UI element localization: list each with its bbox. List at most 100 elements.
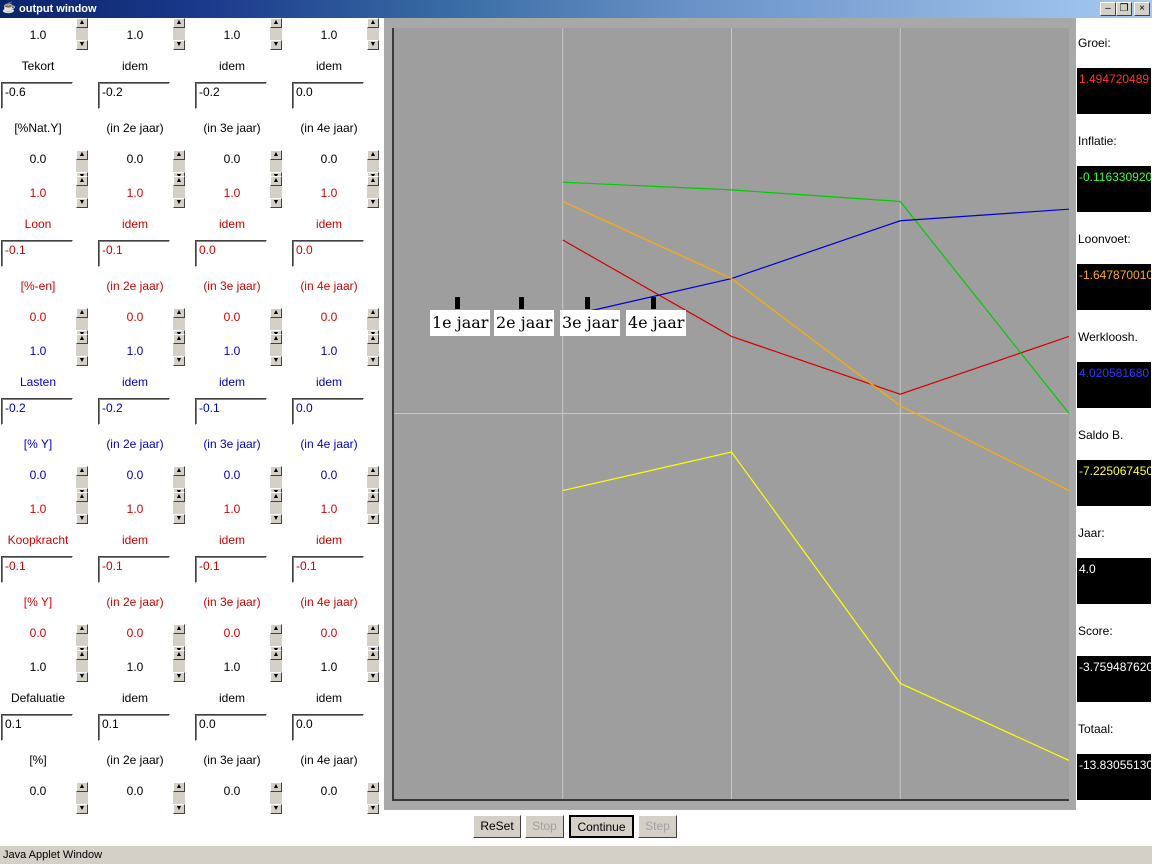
scroll-up-icon[interactable]: ▲ [270,650,282,660]
scroll-down-icon[interactable]: ▼ [367,198,379,208]
param-input[interactable]: -0.1 [195,556,267,583]
scroll-down-icon[interactable]: ▼ [367,356,379,366]
scroll-up-icon[interactable]: ▲ [367,782,379,792]
restore-button[interactable]: ❐ [1116,2,1132,16]
scroll-up-icon[interactable]: ▲ [173,492,185,502]
param-scrollbar[interactable]: ▲▼ [270,334,282,366]
param-scrollbar[interactable]: ▲▼ [270,176,282,208]
param-scrollbar[interactable]: ▲▼ [270,18,282,50]
scroll-down-icon[interactable]: ▼ [76,804,88,814]
scroll-up-icon[interactable]: ▲ [270,334,282,344]
param-input[interactable]: -0.1 [195,398,267,425]
param-scrollbar[interactable]: ▲▼ [367,18,379,50]
param-scrollbar[interactable]: ▲▼ [367,782,379,814]
param-input[interactable]: 0.0 [292,398,364,425]
param-scrollbar[interactable]: ▲▼ [76,650,88,682]
scroll-down-icon[interactable]: ▼ [76,672,88,682]
scroll-down-icon[interactable]: ▼ [173,40,185,50]
reset-button[interactable]: ReSet [473,815,521,838]
param-input[interactable]: 0.0 [292,714,364,741]
scroll-up-icon[interactable]: ▲ [367,308,379,318]
param-scrollbar[interactable]: ▲▼ [76,18,88,50]
param-input[interactable]: -0.1 [1,556,73,583]
param-input[interactable]: -0.6 [1,82,73,109]
scroll-up-icon[interactable]: ▲ [173,624,185,634]
param-scrollbar[interactable]: ▲▼ [173,176,185,208]
step-button[interactable]: Step [638,815,677,838]
scroll-down-icon[interactable]: ▼ [270,672,282,682]
scroll-down-icon[interactable]: ▼ [270,356,282,366]
param-scrollbar[interactable]: ▲▼ [173,650,185,682]
scroll-up-icon[interactable]: ▲ [76,176,88,186]
param-scrollbar[interactable]: ▲▼ [76,334,88,366]
scroll-up-icon[interactable]: ▲ [173,18,185,28]
scroll-up-icon[interactable]: ▲ [76,624,88,634]
scroll-up-icon[interactable]: ▲ [76,466,88,476]
scroll-down-icon[interactable]: ▼ [270,198,282,208]
scroll-up-icon[interactable]: ▲ [76,308,88,318]
scroll-down-icon[interactable]: ▼ [367,672,379,682]
scroll-down-icon[interactable]: ▼ [173,198,185,208]
param-input[interactable]: -0.1 [98,556,170,583]
scroll-down-icon[interactable]: ▼ [76,356,88,366]
scroll-up-icon[interactable]: ▲ [367,492,379,502]
param-scrollbar[interactable]: ▲▼ [270,650,282,682]
param-scrollbar[interactable]: ▲▼ [367,176,379,208]
param-input[interactable]: -0.1 [292,556,364,583]
scroll-up-icon[interactable]: ▲ [76,334,88,344]
scroll-up-icon[interactable]: ▲ [270,176,282,186]
scroll-up-icon[interactable]: ▲ [270,466,282,476]
param-input[interactable]: 0.0 [195,714,267,741]
scroll-up-icon[interactable]: ▲ [173,334,185,344]
scroll-down-icon[interactable]: ▼ [173,356,185,366]
scroll-up-icon[interactable]: ▲ [76,782,88,792]
param-input[interactable]: 0.0 [195,240,267,267]
scroll-up-icon[interactable]: ▲ [367,176,379,186]
param-input[interactable]: -0.1 [98,240,170,267]
param-input[interactable]: -0.2 [195,82,267,109]
scroll-up-icon[interactable]: ▲ [367,334,379,344]
scroll-down-icon[interactable]: ▼ [367,514,379,524]
scroll-up-icon[interactable]: ▲ [76,650,88,660]
param-scrollbar[interactable]: ▲▼ [367,492,379,524]
scroll-up-icon[interactable]: ▲ [76,18,88,28]
scroll-down-icon[interactable]: ▼ [270,40,282,50]
scroll-down-icon[interactable]: ▼ [173,672,185,682]
scroll-up-icon[interactable]: ▲ [270,150,282,160]
scroll-up-icon[interactable]: ▲ [173,466,185,476]
scroll-down-icon[interactable]: ▼ [367,40,379,50]
scroll-down-icon[interactable]: ▼ [367,804,379,814]
param-scrollbar[interactable]: ▲▼ [76,176,88,208]
param-input[interactable]: 0.1 [1,714,73,741]
param-scrollbar[interactable]: ▲▼ [173,492,185,524]
scroll-up-icon[interactable]: ▲ [367,650,379,660]
scroll-up-icon[interactable]: ▲ [173,150,185,160]
scroll-up-icon[interactable]: ▲ [270,492,282,502]
scroll-up-icon[interactable]: ▲ [367,18,379,28]
continue-button[interactable]: Continue [569,815,634,838]
scroll-down-icon[interactable]: ▼ [270,514,282,524]
param-input[interactable]: -0.2 [1,398,73,425]
scroll-up-icon[interactable]: ▲ [270,624,282,634]
scroll-up-icon[interactable]: ▲ [270,308,282,318]
scroll-down-icon[interactable]: ▼ [173,514,185,524]
scroll-down-icon[interactable]: ▼ [270,804,282,814]
scroll-up-icon[interactable]: ▲ [173,782,185,792]
param-input[interactable]: -0.2 [98,82,170,109]
scroll-up-icon[interactable]: ▲ [173,650,185,660]
scroll-down-icon[interactable]: ▼ [76,198,88,208]
close-button[interactable]: × [1134,2,1150,16]
param-input[interactable]: -0.1 [1,240,73,267]
param-input[interactable]: -0.2 [98,398,170,425]
scroll-up-icon[interactable]: ▲ [270,18,282,28]
param-scrollbar[interactable]: ▲▼ [367,334,379,366]
scroll-up-icon[interactable]: ▲ [173,176,185,186]
scroll-down-icon[interactable]: ▼ [173,804,185,814]
scroll-up-icon[interactable]: ▲ [76,150,88,160]
scroll-up-icon[interactable]: ▲ [367,150,379,160]
scroll-up-icon[interactable]: ▲ [173,308,185,318]
scroll-up-icon[interactable]: ▲ [367,624,379,634]
stop-button[interactable]: Stop [525,815,564,838]
param-input[interactable]: 0.1 [98,714,170,741]
scroll-down-icon[interactable]: ▼ [76,40,88,50]
